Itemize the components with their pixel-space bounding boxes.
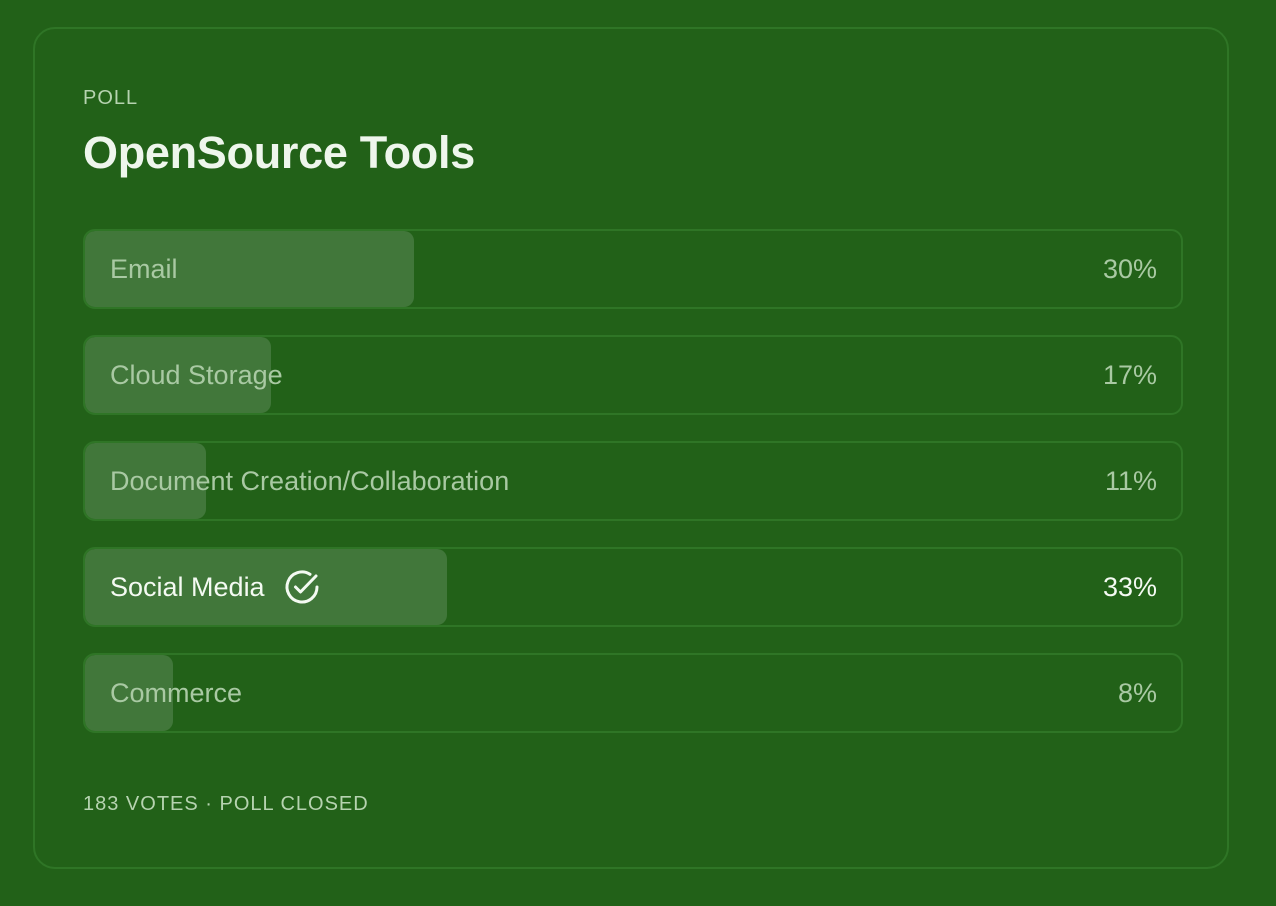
poll-option-label: Cloud Storage: [110, 337, 283, 413]
poll-option-percent: 17%: [1102, 359, 1157, 390]
poll-option-label: Document Creation/Collaboration: [110, 443, 509, 519]
poll-title: OpenSource Tools: [83, 127, 475, 178]
poll-option-commerce[interactable]: Commerce 8%: [83, 653, 1183, 733]
poll-option-email[interactable]: Email 30%: [83, 229, 1183, 309]
option-label-text: Email: [110, 253, 178, 284]
option-label-text: Document Creation/Collaboration: [110, 465, 510, 496]
poll-option-social-media[interactable]: Social Media 33%: [83, 547, 1183, 627]
poll-option-label: Commerce: [110, 655, 242, 731]
poll-option-label: Social Media: [110, 549, 321, 625]
poll-option-label: Email: [110, 231, 178, 307]
option-label-text: Social Media: [110, 571, 265, 602]
poll-option-percent: 33%: [1102, 571, 1157, 602]
poll-options: Email 30% Cloud Storage 17% Document Cre…: [83, 229, 1183, 759]
poll-option-percent: 8%: [1117, 677, 1157, 708]
poll-card: POLL OpenSource Tools Email 30% Cloud St…: [33, 27, 1229, 869]
poll-option-percent: 11%: [1104, 465, 1157, 496]
poll-option-percent: 30%: [1102, 253, 1157, 284]
poll-eyebrow: POLL: [83, 87, 139, 109]
poll-option-cloud-storage[interactable]: Cloud Storage 17%: [83, 335, 1183, 415]
check-circle-icon: [285, 570, 319, 604]
option-label-text: Cloud Storage: [110, 359, 283, 390]
option-label-text: Commerce: [110, 677, 243, 708]
poll-option-document-creation[interactable]: Document Creation/Collaboration 11%: [83, 441, 1183, 521]
poll-footer: 183 VOTES · POLL CLOSED: [83, 793, 369, 815]
